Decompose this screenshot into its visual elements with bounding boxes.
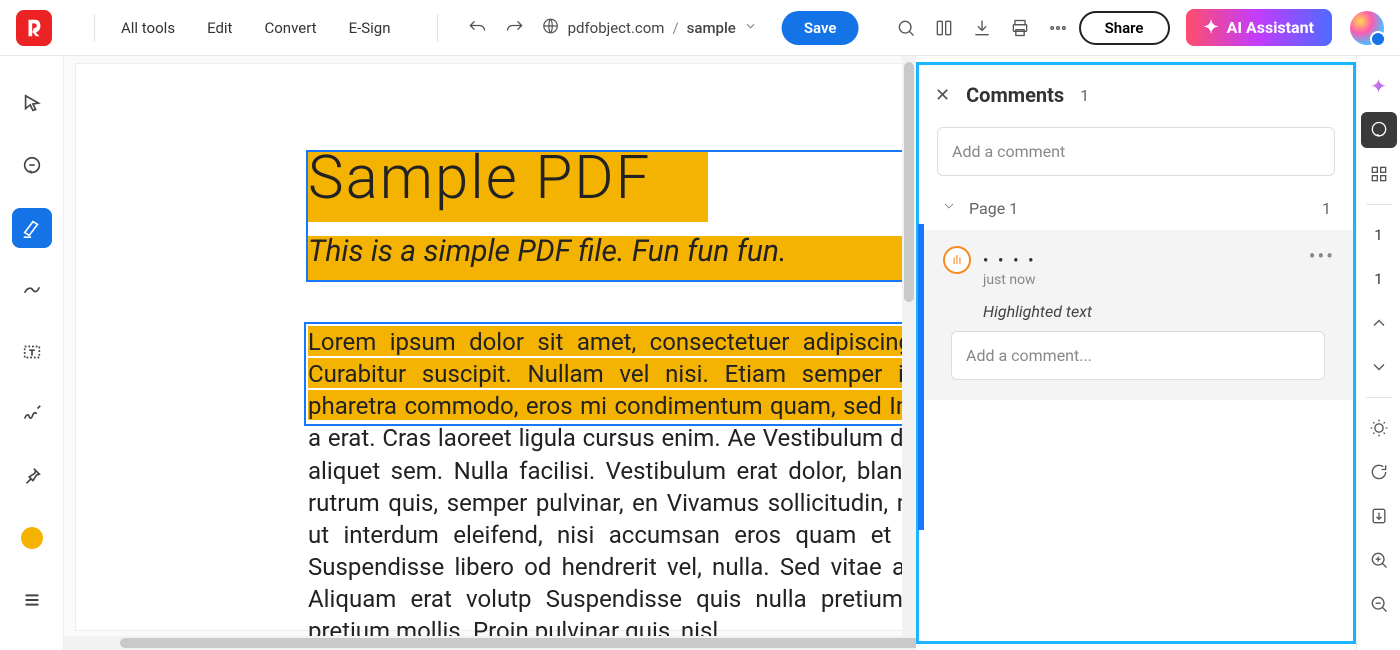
page-current-label[interactable]: 1: [1361, 217, 1397, 253]
separator: [94, 14, 95, 42]
more-icon[interactable]: [1041, 11, 1075, 45]
right-toolbar: ✦ 1 1: [1356, 56, 1400, 650]
document-viewport[interactable]: Sample PDF This is a simple PDF file. Fu…: [64, 56, 916, 650]
comment-time: just now: [983, 272, 1333, 288]
doc-title: Sample PDF: [308, 142, 651, 213]
breadcrumb-separator: /: [672, 19, 678, 37]
separator: [1366, 397, 1392, 398]
theme-icon[interactable]: [1361, 410, 1397, 446]
pin-tool-icon[interactable]: [12, 456, 52, 496]
left-toolbar: [0, 56, 64, 650]
signature-tool-icon[interactable]: [12, 394, 52, 434]
comments-header: ✕ Comments 1: [919, 65, 1353, 117]
profile-avatar[interactable]: [1350, 11, 1384, 45]
comments-title: Comments: [966, 83, 1064, 107]
page-total-label: 1: [1361, 261, 1397, 297]
add-comment-input[interactable]: Add a comment: [937, 127, 1335, 176]
text-box-tool-icon[interactable]: [12, 332, 52, 372]
comment-text: Highlighted text: [983, 302, 1333, 321]
sparkle-icon: ✦: [1204, 17, 1219, 38]
cursor-tool-icon[interactable]: [12, 84, 52, 124]
search-icon[interactable]: [889, 11, 923, 45]
save-button[interactable]: Save: [782, 11, 859, 45]
reply-input[interactable]: Add a comment...: [951, 331, 1325, 380]
ai-assistant-label: AI Assistant: [1227, 18, 1314, 37]
doc-subtitle: This is a simple PDF file. Fun fun fun.: [308, 234, 787, 269]
doc-body-text: Lorem ipsum dolor sit amet, consectetuer…: [308, 326, 916, 648]
top-toolbar: All tools Edit Convert E-Sign pdfobject.…: [0, 0, 1400, 56]
zoom-out-icon[interactable]: [1361, 586, 1397, 622]
document-page: Sample PDF This is a simple PDF file. Fu…: [76, 64, 916, 630]
comments-count: 1: [1080, 86, 1089, 105]
highlighter-tool-icon[interactable]: [12, 208, 52, 248]
print-icon[interactable]: [1003, 11, 1037, 45]
separator: [1366, 204, 1392, 205]
close-icon[interactable]: ✕: [935, 85, 950, 106]
undo-icon[interactable]: [460, 11, 494, 45]
redo-icon[interactable]: [498, 11, 532, 45]
sparkle-icon[interactable]: ✦: [1361, 68, 1397, 104]
horizontal-scrollbar[interactable]: [64, 636, 916, 650]
vertical-scrollbar[interactable]: [902, 56, 916, 636]
active-indicator: [918, 224, 924, 530]
menu-esign[interactable]: E-Sign: [345, 13, 395, 43]
panels-icon[interactable]: [927, 11, 961, 45]
comments-toggle-icon[interactable]: [1361, 112, 1397, 148]
chevron-down-icon: [941, 198, 957, 218]
breadcrumb-file: sample: [687, 19, 736, 37]
fit-page-icon[interactable]: [1361, 498, 1397, 534]
avatar-icon: ılı: [943, 246, 971, 274]
breadcrumb: pdfobject.com / sample Save: [542, 11, 859, 45]
zoom-in-icon[interactable]: [1361, 542, 1397, 578]
comment-menu-icon[interactable]: •••: [1309, 244, 1335, 268]
chevron-down-icon[interactable]: [744, 19, 758, 37]
comment-bubble-icon[interactable]: [12, 146, 52, 186]
comment-item[interactable]: ılı • • • • ••• just now Highlighted tex…: [919, 230, 1353, 400]
freehand-tool-icon[interactable]: [12, 270, 52, 310]
breadcrumb-domain: pdfobject.com: [568, 19, 665, 37]
rotate-icon[interactable]: [1361, 454, 1397, 490]
separator: [437, 14, 438, 42]
menu-edit[interactable]: Edit: [203, 13, 236, 43]
globe-icon: [542, 17, 560, 39]
comments-panel: ✕ Comments 1 Add a comment Page 1 1 ılı …: [916, 62, 1356, 644]
app-logo-icon: [16, 10, 52, 46]
download-icon[interactable]: [965, 11, 999, 45]
menu-convert[interactable]: Convert: [260, 13, 320, 43]
ai-assistant-button[interactable]: ✦ AI Assistant: [1186, 9, 1333, 46]
more-tools-icon[interactable]: [12, 580, 52, 620]
color-swatch-icon[interactable]: [12, 518, 52, 558]
page-label: Page 1: [969, 199, 1018, 218]
page-comment-count: 1: [1322, 199, 1331, 218]
menu-all-tools[interactable]: All tools: [117, 13, 179, 43]
share-button[interactable]: Share: [1079, 11, 1170, 45]
page-up-icon[interactable]: [1361, 305, 1397, 341]
page-down-icon[interactable]: [1361, 349, 1397, 385]
comment-user: • • • •: [983, 251, 1036, 269]
thumbnails-icon[interactable]: [1361, 156, 1397, 192]
page-group-row[interactable]: Page 1 1: [919, 192, 1353, 224]
